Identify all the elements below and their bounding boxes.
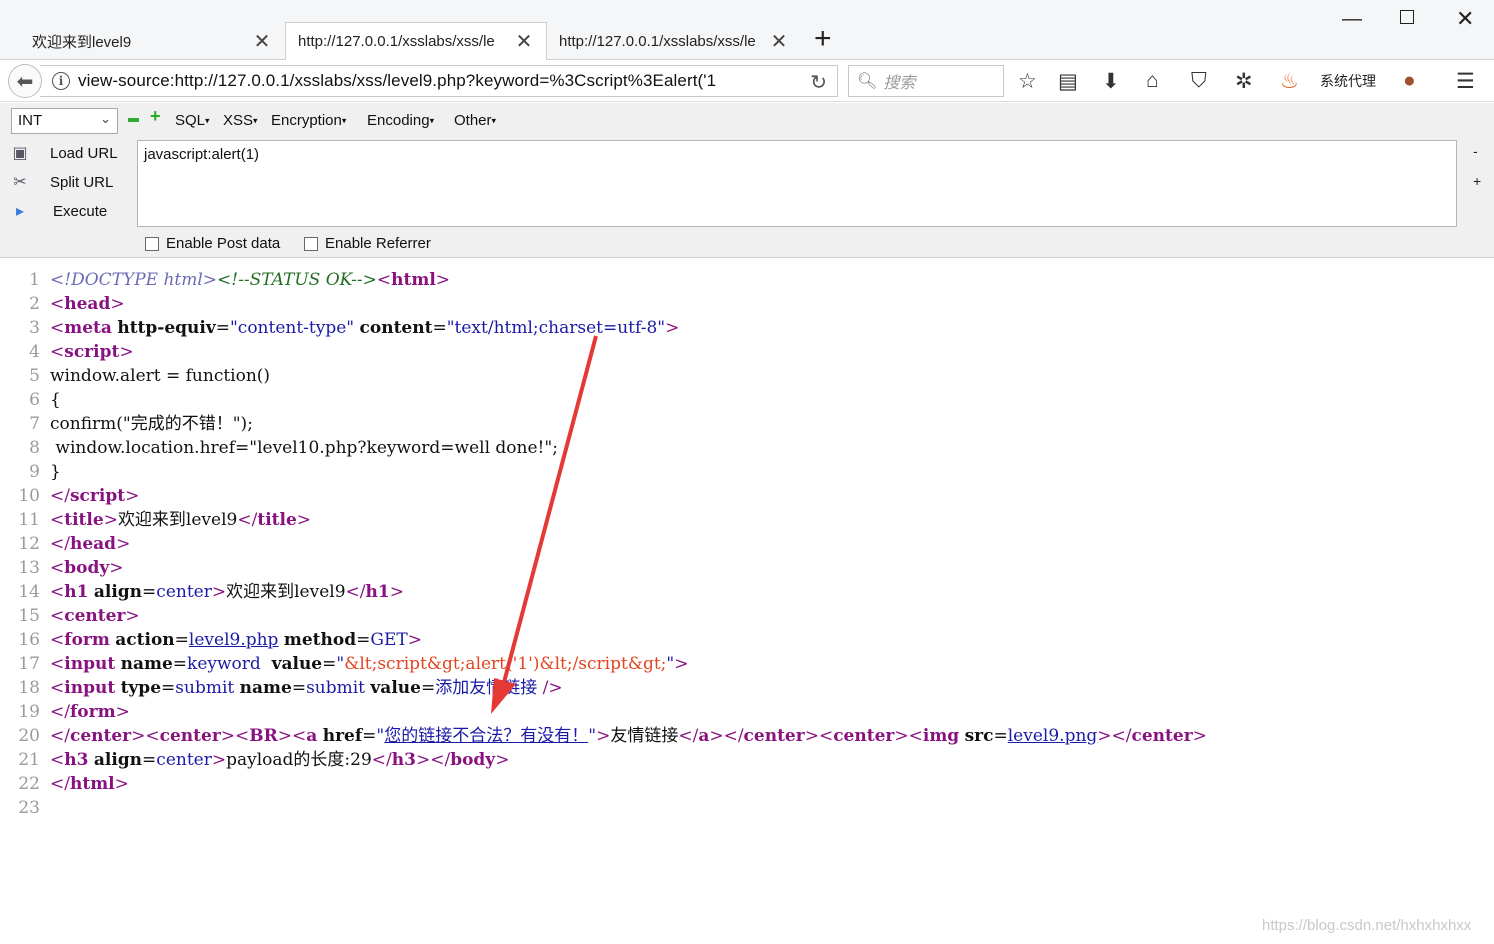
navigation-bar: i view-source:http://127.0.0.1/xsslabs/x…: [0, 60, 1494, 102]
page-source-view: 1 <!DOCTYPE html><!--STATUS OK--><html> 2…: [0, 268, 1494, 820]
enable-post-checkbox[interactable]: Enable Post data: [145, 235, 280, 252]
type-select-value: INT: [18, 112, 43, 129]
chevron-down-icon: ⌄: [100, 111, 111, 126]
close-window-icon[interactable]: ✕: [1456, 6, 1474, 32]
checkbox-box[interactable]: [304, 236, 318, 251]
star-icon[interactable]: ☆: [1018, 69, 1037, 94]
source-link[interactable]: level9.php: [189, 630, 279, 650]
source-link[interactable]: 您的链接不合法？有没有！: [384, 726, 588, 746]
scissors-icon: ✂: [13, 174, 27, 191]
source-line: 4 <script>: [29, 342, 134, 362]
source-line: 3 <meta http-equiv="content-type" content…: [29, 318, 680, 338]
back-button[interactable]: ⬅: [8, 64, 42, 98]
expand-button[interactable]: +: [1473, 173, 1481, 189]
minus-icon[interactable]: [128, 118, 139, 122]
shrink-button[interactable]: -: [1473, 143, 1478, 159]
menu-xss[interactable]: XSS▾: [223, 112, 258, 129]
tab-title: 欢迎来到level9: [32, 33, 132, 51]
reload-icon[interactable]: ↻: [810, 70, 827, 95]
source-line: 17 <input name=keyword value="&lt;script&…: [18, 654, 689, 674]
source-line: 20 </center><center><BR><a href="您的链接不合法？…: [18, 726, 1207, 746]
load-url-icon: ▣: [12, 145, 28, 162]
download-icon[interactable]: ⬇: [1102, 69, 1120, 94]
fire-icon[interactable]: ♨: [1280, 69, 1299, 94]
pocket-icon[interactable]: ⛉: [1191, 69, 1207, 93]
source-line: 16 <form action=level9.php method=GET>: [18, 630, 422, 650]
tab-strip: 欢迎来到level9 ✕ http://127.0.0.1/xsslabs/xs…: [0, 0, 1494, 60]
tab-title: http://127.0.0.1/xsslabs/xss/le: [559, 32, 756, 50]
plus-icon[interactable]: +: [150, 107, 161, 125]
menu-icon[interactable]: ☰: [1456, 69, 1475, 94]
execute-button[interactable]: ▸ Execute: [10, 201, 107, 221]
tab-level9[interactable]: 欢迎来到level9 ✕: [18, 22, 284, 60]
tab-view-source[interactable]: http://127.0.0.1/xsslabs/xss/le ✕: [285, 22, 547, 60]
source-line: 15 <center>: [18, 606, 140, 626]
hackbar-url-textarea[interactable]: javascript:alert(1): [137, 140, 1457, 227]
home-icon[interactable]: ⌂: [1146, 69, 1159, 93]
source-line: 12 </head>: [18, 534, 131, 554]
search-placeholder: 搜索: [883, 75, 916, 92]
url-text[interactable]: view-source:http://127.0.0.1/xsslabs/xss…: [78, 71, 766, 91]
source-line: 9}: [29, 462, 61, 482]
hackbar-panel: INT ⌄ + SQL▾ XSS▾ Encryption▾ Encoding▾ …: [0, 103, 1494, 258]
menu-encryption[interactable]: Encryption▾: [271, 112, 346, 129]
source-line: 21 <h3 align=center>payload的长度:29</h3></b…: [18, 750, 510, 770]
source-line: 23: [18, 798, 40, 818]
source-line: 8 window.location.href="level10.php?keyw…: [29, 438, 558, 458]
source-line: 11 <title>欢迎来到level9</title>: [18, 510, 312, 530]
source-line: 14 <h1 align=center>欢迎来到level9</h1>: [18, 582, 404, 602]
extension-icon[interactable]: ✲: [1235, 69, 1253, 94]
arrow-left-icon: ⬅: [16, 70, 34, 93]
source-line: 19 </form>: [18, 702, 130, 722]
close-icon[interactable]: ✕: [252, 29, 272, 54]
search-input[interactable]: 🔍︎ 搜索: [848, 65, 1004, 97]
minimize-icon[interactable]: —: [1342, 8, 1362, 31]
source-line: 5 window.alert = function(): [29, 366, 271, 386]
reading-list-icon[interactable]: ▤: [1058, 69, 1078, 94]
source-line: 2 <head>: [29, 294, 125, 314]
type-select[interactable]: INT ⌄: [11, 108, 118, 134]
address-bar[interactable]: i view-source:http://127.0.0.1/xsslabs/x…: [40, 65, 838, 97]
maximize-icon[interactable]: [1400, 10, 1414, 24]
close-icon[interactable]: ✕: [514, 29, 534, 54]
source-line: 1 <!DOCTYPE html><!--STATUS OK--><html>: [29, 270, 451, 290]
split-url-button[interactable]: ✂ Split URL: [10, 172, 113, 192]
watermark: https://blog.csdn.net/hxhxhxhxx: [1262, 917, 1472, 934]
source-line: 10 </script>: [18, 486, 140, 506]
info-icon[interactable]: i: [52, 72, 70, 90]
cookie-icon[interactable]: ●: [1403, 69, 1416, 93]
source-link[interactable]: level9.png: [1008, 726, 1098, 746]
close-icon[interactable]: ✕: [769, 29, 789, 54]
source-line: 6{: [29, 390, 61, 410]
proxy-button[interactable]: 系统代理: [1320, 71, 1376, 91]
enable-referrer-checkbox[interactable]: Enable Referrer: [304, 235, 431, 252]
source-line: 13 <body>: [18, 558, 124, 578]
source-line: 7 confirm("完成的不错！");: [29, 414, 253, 434]
tab-url[interactable]: http://127.0.0.1/xsslabs/xss/le ✕: [547, 22, 801, 60]
new-tab-icon[interactable]: +: [814, 24, 832, 54]
play-icon: ▸: [15, 203, 25, 220]
tab-title: http://127.0.0.1/xsslabs/xss/le: [298, 33, 495, 50]
checkbox-box[interactable]: [145, 236, 159, 251]
search-icon: 🔍︎: [857, 73, 878, 90]
menu-other[interactable]: Other▾: [454, 112, 496, 129]
menu-encoding[interactable]: Encoding▾: [367, 112, 434, 129]
menu-sql[interactable]: SQL▾: [175, 112, 210, 129]
load-url-button[interactable]: ▣ Load URL: [10, 143, 117, 163]
source-line: 22 </html>: [18, 774, 129, 794]
source-line: 18 <input type=submit name=submit value=添…: [18, 678, 563, 698]
